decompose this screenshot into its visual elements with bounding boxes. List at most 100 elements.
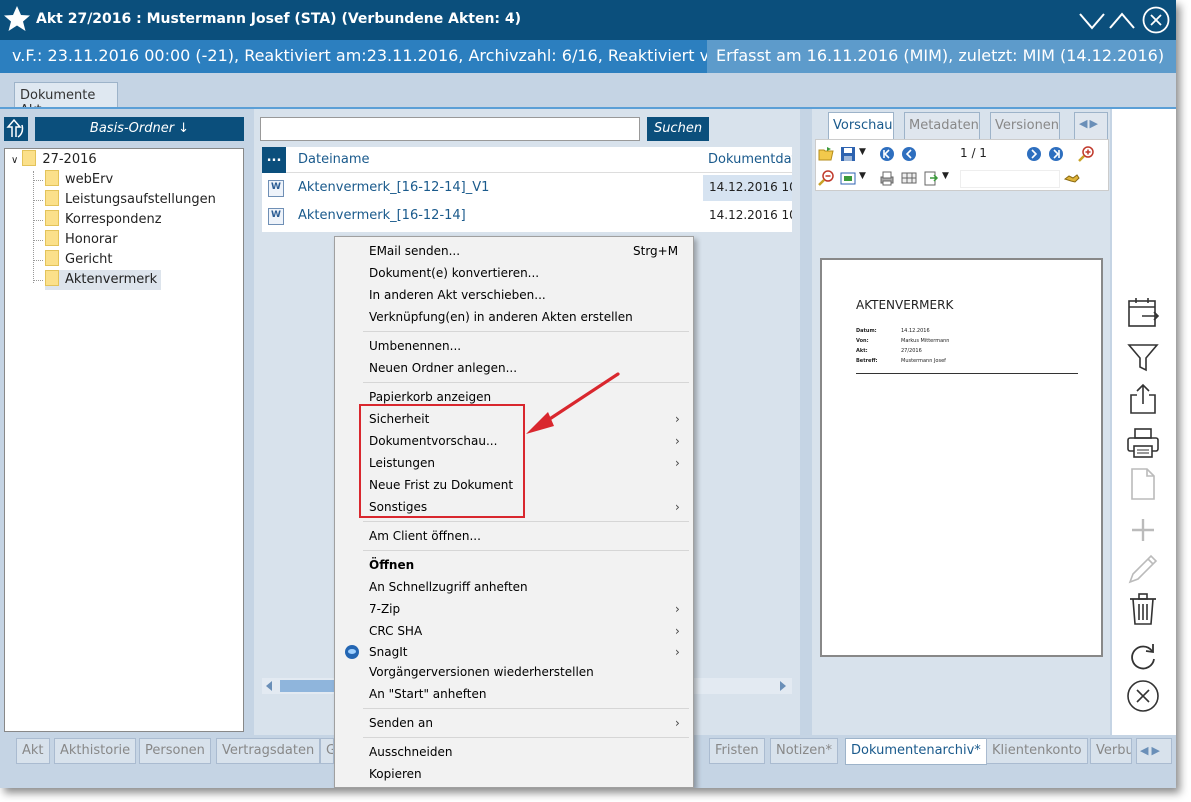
menu-item-verschieben[interactable]: In anderen Akt verschieben... — [335, 284, 693, 306]
add-icon[interactable] — [1126, 513, 1160, 547]
menu-item-am-client-oeffnen[interactable]: Am Client öffnen... — [335, 525, 693, 547]
handshake-icon[interactable] — [1064, 170, 1080, 186]
scrollbar-thumb[interactable] — [280, 680, 340, 692]
tab-dokumentenarchiv[interactable]: Dokumentenarchiv* — [845, 738, 987, 765]
dropdown-arrow-icon[interactable]: ▼ — [859, 171, 875, 187]
table-row[interactable]: Aktenvermerk_[16-12-14]_V1 14.12.2016 10… — [262, 175, 792, 201]
previous-page-icon[interactable] — [901, 146, 917, 162]
tab-scroll-left-icon[interactable]: ◀ — [1140, 744, 1148, 757]
dropdown-arrow-icon[interactable]: ▼ — [859, 147, 875, 163]
grid-view-icon[interactable] — [901, 170, 917, 186]
tab-personen[interactable]: Personen — [139, 738, 211, 764]
menu-item-verknuepfung[interactable]: Verknüpfung(en) in anderen Akten erstell… — [335, 306, 693, 328]
document-preview: AKTENVERMERK Datum: 14.12.2016 Von: Markus… — [820, 258, 1103, 657]
menu-item-ausschneiden[interactable]: Ausschneiden — [335, 741, 693, 763]
zoom-in-icon[interactable] — [1078, 146, 1094, 162]
tree-item-weberv[interactable]: webErv — [45, 170, 113, 190]
menu-item-7zip[interactable]: 7-Zip › — [335, 598, 693, 620]
menu-item-konvertieren[interactable]: Dokument(e) konvertieren... — [335, 262, 693, 284]
menu-item-schnellzugriff[interactable]: An Schnellzugriff anheften — [335, 576, 693, 598]
menu-item-vorgaengerversionen[interactable]: Vorgängerversionen wiederherstellen — [335, 661, 693, 683]
tab-scroll-right-icon[interactable]: ▶ — [1151, 744, 1159, 757]
scroll-left-icon[interactable] — [266, 681, 272, 691]
last-page-icon[interactable] — [1048, 146, 1064, 162]
tab-vorschau[interactable]: Vorschau — [828, 112, 894, 140]
search-button[interactable]: Suchen — [647, 117, 709, 141]
star-icon[interactable] — [2, 4, 32, 34]
tree-line — [33, 171, 34, 283]
menu-item-email-senden[interactable]: EMail senden... Strg+M — [335, 240, 693, 262]
tree-item-leistungsaufstellungen[interactable]: Leistungsaufstellungen — [45, 190, 216, 210]
tab-fristen[interactable]: Fristen — [709, 738, 765, 764]
tree-item-gericht[interactable]: Gericht — [45, 250, 113, 270]
edit-icon[interactable] — [1126, 552, 1160, 586]
refresh-icon[interactable] — [1126, 639, 1160, 673]
file-date: 14.12.2016 10: — [709, 208, 792, 222]
folder-up-button[interactable] — [4, 117, 28, 141]
tab-vertragsdaten[interactable]: Vertragsdaten — [216, 738, 321, 764]
tab-akthistorie[interactable]: Akthistorie — [54, 738, 137, 764]
search-input[interactable] — [260, 117, 640, 141]
dropdown-arrow-icon[interactable]: ▼ — [942, 171, 958, 187]
menu-item-umbenennen[interactable]: Umbenennen... — [335, 335, 693, 357]
menu-item-crc-sha[interactable]: CRC SHA › — [335, 620, 693, 642]
scroll-right-icon[interactable] — [780, 681, 786, 691]
tab-dokumente-akt[interactable]: Dokumente Akt — [14, 82, 118, 118]
folder-icon — [45, 210, 59, 226]
first-page-icon[interactable] — [879, 146, 895, 162]
close-icon[interactable] — [1142, 6, 1170, 34]
submenu-arrow-icon: › — [675, 500, 680, 514]
file-date: 14.12.2016 10: — [703, 175, 792, 201]
new-document-icon[interactable] — [1126, 467, 1160, 501]
menu-item-start-anheften[interactable]: An "Start" anheften — [335, 683, 693, 705]
tab-scroll-buttons[interactable]: ◀ ▶ — [1074, 112, 1108, 139]
bottom-tab-scroll-buttons[interactable]: ◀ ▶ — [1136, 738, 1172, 764]
column-header-dokumentdatum[interactable]: Dokumentdat — [708, 152, 792, 167]
tree-root-item[interactable]: ∨ 27-2016 — [11, 150, 97, 170]
table-row[interactable]: Aktenvermerk_[16-12-14] 14.12.2016 10: — [262, 203, 792, 229]
menu-item-oeffnen[interactable]: Öffnen — [335, 554, 693, 576]
calendar-export-icon[interactable] — [1126, 295, 1160, 329]
column-menu-button[interactable]: ... — [262, 147, 286, 173]
menu-item-senden-an[interactable]: Senden an › — [335, 712, 693, 734]
next-page-icon[interactable] — [1026, 146, 1042, 162]
tab-scroll-right-icon[interactable]: ▶ — [1089, 117, 1097, 130]
tree-item-honorar[interactable]: Honorar — [45, 230, 118, 250]
tab-klientenkonto[interactable]: Klientenkonto — [986, 738, 1088, 764]
preview-divider — [856, 373, 1078, 374]
tab-notizen[interactable]: Notizen* — [770, 738, 838, 764]
zoom-out-icon[interactable] — [818, 170, 834, 186]
print-icon[interactable] — [879, 170, 895, 186]
tree-item-label: webErv — [65, 172, 114, 187]
tree-item-korrespondenz[interactable]: Korrespondenz — [45, 210, 162, 230]
word-document-icon — [268, 208, 284, 225]
share-icon[interactable] — [1126, 382, 1160, 416]
open-folder-icon[interactable] — [818, 146, 834, 162]
delete-icon[interactable] — [1126, 592, 1160, 626]
save-icon[interactable] — [840, 146, 856, 162]
tab-akt[interactable]: Akt — [16, 738, 50, 764]
menu-item-snagit[interactable]: SnagIt › — [335, 641, 693, 663]
close-circle-icon[interactable] — [1126, 679, 1160, 713]
expand-toggle-icon[interactable]: ∨ — [11, 155, 18, 166]
basis-ordner-button[interactable]: Basis-Ordner ↓ — [35, 117, 244, 141]
highlight-box — [359, 404, 525, 518]
filter-icon[interactable] — [1126, 340, 1160, 374]
window-title: Akt 27/2016 : Mustermann Josef (STA) (Ve… — [36, 11, 522, 27]
export-icon[interactable] — [923, 170, 939, 186]
tab-partial-g[interactable]: G — [320, 738, 334, 764]
chevron-up-icon[interactable] — [1108, 6, 1136, 34]
menu-item-neuer-ordner[interactable]: Neuen Ordner anlegen... — [335, 357, 693, 379]
tab-metadaten[interactable]: Metadaten — [904, 112, 980, 139]
zoom-input[interactable] — [960, 170, 1060, 188]
tab-scroll-left-icon[interactable]: ◀ — [1079, 117, 1087, 130]
column-header-dateiname[interactable]: Dateiname — [298, 152, 370, 167]
folder-icon — [45, 190, 59, 206]
chevron-down-icon[interactable] — [1078, 6, 1106, 34]
menu-item-kopieren[interactable]: Kopieren — [335, 763, 693, 785]
tab-versionen[interactable]: Versionen — [990, 112, 1060, 139]
fit-page-icon[interactable] — [840, 170, 856, 186]
print-icon[interactable] — [1126, 426, 1160, 460]
tree-item-aktenvermerk[interactable]: Aktenvermerk — [45, 270, 162, 290]
tab-verbundene[interactable]: Verbu — [1090, 738, 1132, 764]
